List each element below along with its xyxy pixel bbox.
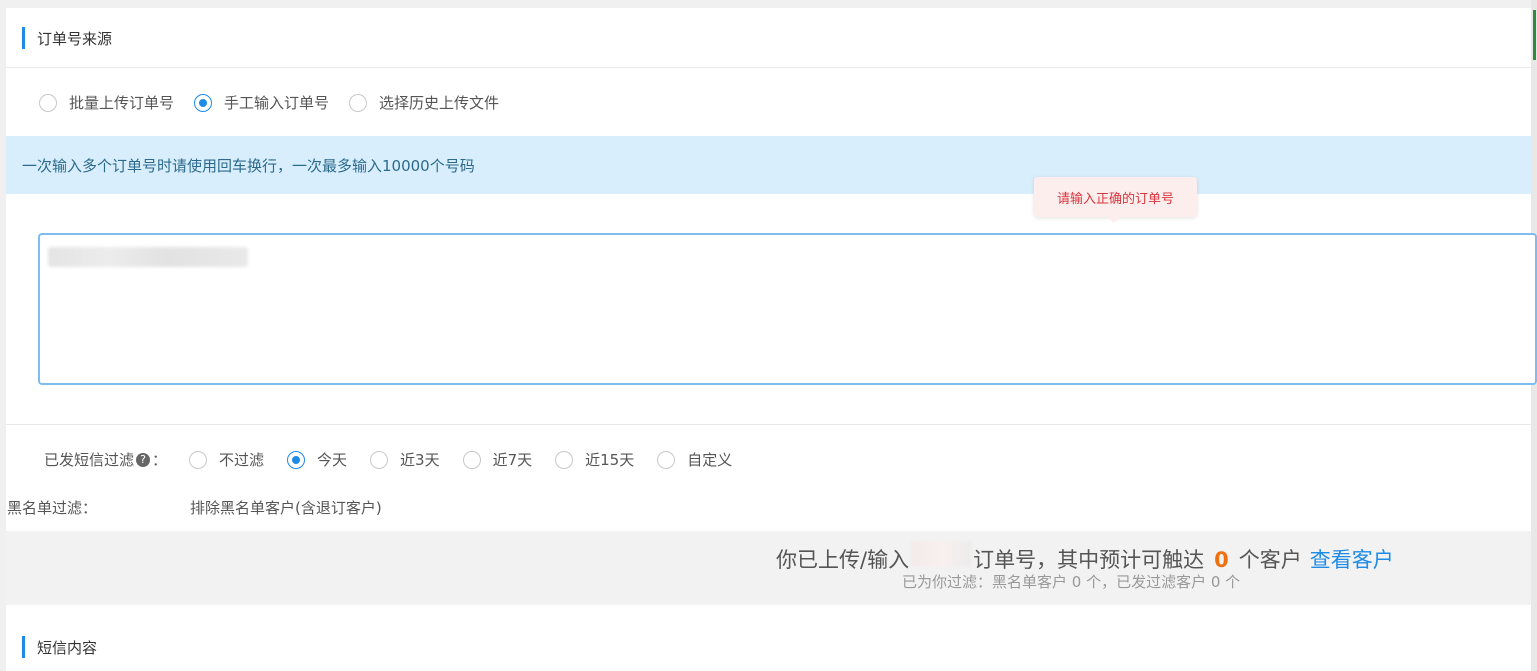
reach-summary-box: 你已上传/输入 订单号，其中预计可触达 0 个客户 查看客户 已为你过滤：黑名单… [6, 531, 1531, 605]
validation-error-tooltip: 请输入正确的订单号 [1034, 177, 1197, 223]
radio-manual-input[interactable]: 手工输入订单号 [194, 92, 329, 113]
summary-prefix: 你已上传/输入 [776, 548, 910, 572]
radio-15-days[interactable]: 近15天 [555, 449, 634, 470]
notice-text: 一次输入多个订单号时请使用回车换行，一次最多输入10000个号码 [22, 156, 475, 175]
sms-filter-radio-group: 不过滤 今天 近3天 近7天 近15天 自定义 [189, 449, 732, 470]
radio-label: 选择历史上传文件 [379, 94, 500, 112]
question-circle-icon[interactable]: ? [136, 452, 151, 467]
radio-label: 手工输入订单号 [224, 94, 330, 112]
radio-label: 批量上传订单号 [69, 94, 175, 112]
blacklist-filter-label-text: 黑名单过滤： [7, 499, 98, 517]
sms-filter-label: 已发短信过滤 ? ： [44, 449, 167, 470]
radio-3-days[interactable]: 近3天 [370, 449, 440, 470]
section-title-bar [22, 636, 25, 658]
order-number-textarea[interactable] [38, 233, 1537, 385]
radio-circle[interactable] [555, 450, 574, 469]
radio-label: 今天 [317, 451, 348, 469]
blacklist-filter-value-text: 排除黑名单客户(含退订客户) [190, 499, 382, 517]
radio-label: 近3天 [400, 451, 440, 469]
scrollbar-accent [1533, 10, 1536, 60]
radio-circle[interactable] [657, 450, 676, 469]
tooltip-text: 请输入正确的订单号 [1056, 191, 1174, 207]
radio-batch-upload[interactable]: 批量上传订单号 [39, 92, 174, 113]
radio-history-file[interactable]: 选择历史上传文件 [349, 92, 499, 113]
radio-label: 近7天 [492, 451, 533, 469]
blacklist-filter-label: 黑名单过滤： [7, 497, 97, 518]
radio-circle[interactable] [462, 450, 481, 469]
radio-circle[interactable] [39, 93, 57, 112]
radio-label: 自定义 [687, 451, 733, 469]
radio-7-days[interactable]: 近7天 [462, 449, 533, 470]
section-title-bar [22, 27, 25, 49]
summary-suffix: 个客户 [1238, 548, 1302, 572]
radio-label: 近15天 [585, 451, 635, 469]
sms-filter-label-text: 已发短信过滤 [44, 451, 135, 469]
filter-detail-text: 已为你过滤：黑名单客户 0 个，已发过滤客户 0 个 [902, 573, 1241, 591]
blacklist-filter-value: 排除黑名单客户(含退订客户) [190, 497, 382, 518]
summary-middle: 订单号，其中预计可触达 [973, 548, 1205, 572]
view-customers-link[interactable]: 查看客户 [1310, 544, 1394, 574]
radio-label: 不过滤 [219, 451, 265, 469]
section-title-text: 订单号来源 [37, 29, 113, 48]
radio-circle-checked[interactable] [287, 450, 306, 469]
radio-no-filter[interactable]: 不过滤 [189, 449, 264, 470]
radio-custom[interactable]: 自定义 [657, 449, 732, 470]
masked-upload-count [911, 541, 972, 567]
radio-circle-checked[interactable] [194, 93, 213, 112]
divider [6, 67, 1531, 68]
reach-summary-line: 你已上传/输入 订单号，其中预计可触达 0 个客户 查看客户 [776, 541, 1394, 574]
radio-circle[interactable] [349, 93, 368, 112]
radio-circle[interactable] [189, 450, 207, 469]
section-title-order-source: 订单号来源 [22, 27, 112, 49]
divider [6, 424, 1531, 425]
radio-today[interactable]: 今天 [287, 449, 347, 470]
blurred-order-entry [48, 247, 248, 267]
input-notice-banner: 一次输入多个订单号时请使用回车换行，一次最多输入10000个号码 [6, 136, 1531, 194]
section-title-sms-content: 短信内容 [22, 636, 97, 658]
section-title-text: 短信内容 [37, 638, 98, 657]
sms-filter-colon: ： [152, 451, 168, 469]
radio-circle[interactable] [370, 450, 389, 469]
reach-count: 0 [1214, 548, 1229, 572]
order-source-radio-group: 批量上传订单号 手工输入订单号 选择历史上传文件 [39, 92, 499, 113]
